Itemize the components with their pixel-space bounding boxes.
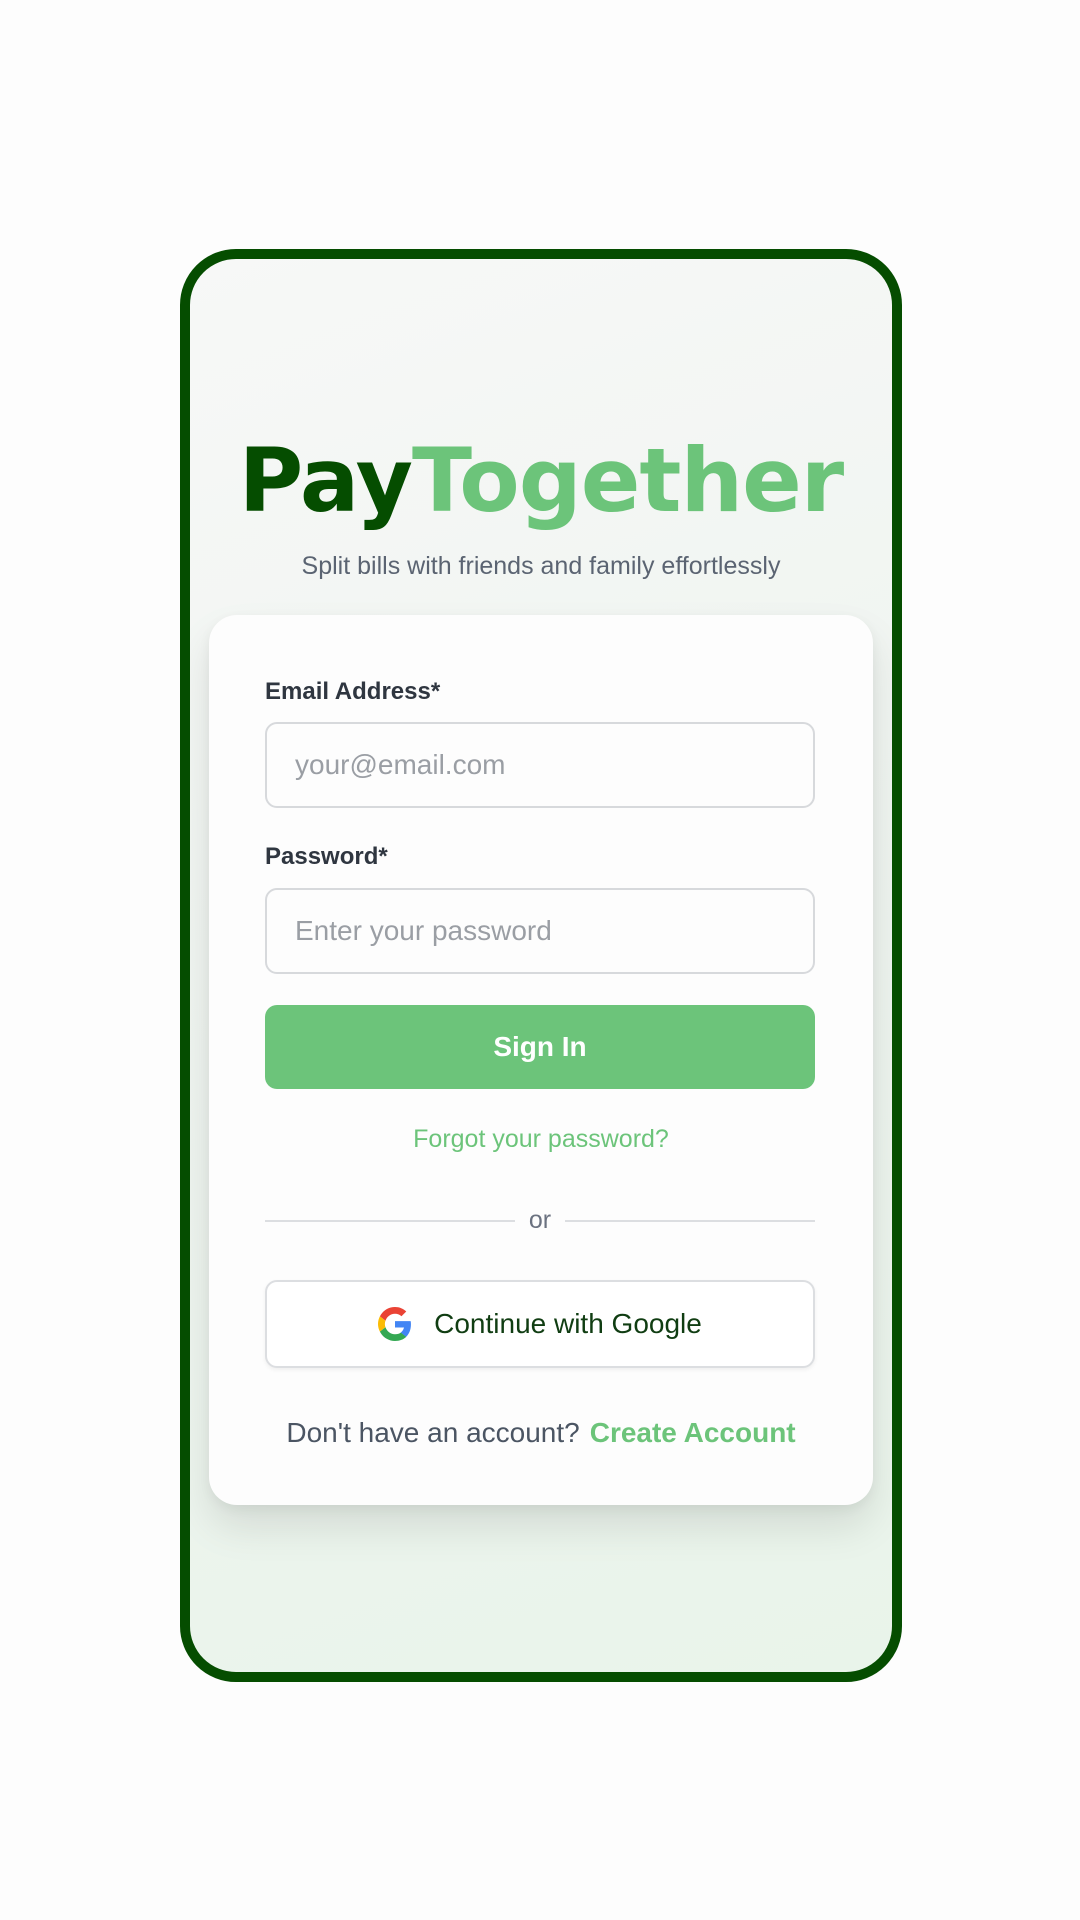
sign-in-button[interactable]: Sign In (265, 1005, 815, 1089)
logo-part-together: Together (411, 429, 844, 532)
divider-line-right (565, 1220, 815, 1222)
google-button-label: Continue with Google (434, 1308, 702, 1339)
create-account-link[interactable]: Create Account (590, 1417, 796, 1448)
password-label: Password* (265, 843, 388, 870)
google-g-icon (378, 1307, 412, 1341)
app-logo: PayTogether (190, 431, 892, 531)
google-signin-button[interactable]: Continue with Google (265, 1280, 815, 1368)
phone-frame: PayTogether Split bills with friends and… (180, 249, 902, 1682)
logo-part-pay: Pay (238, 429, 413, 532)
no-account-text: Don't have an account? (286, 1417, 580, 1448)
email-field[interactable] (265, 722, 815, 808)
password-field[interactable] (265, 888, 815, 974)
email-label: Email Address* (265, 678, 441, 705)
signup-prompt: Don't have an account? Create Account (209, 1415, 873, 1451)
forgot-password-link[interactable]: Forgot your password? (209, 1123, 873, 1155)
tagline: Split bills with friends and family effo… (301, 552, 781, 580)
login-card: Email Address* Password* Sign In Forgot … (209, 615, 873, 1505)
or-divider: or (265, 1203, 815, 1237)
